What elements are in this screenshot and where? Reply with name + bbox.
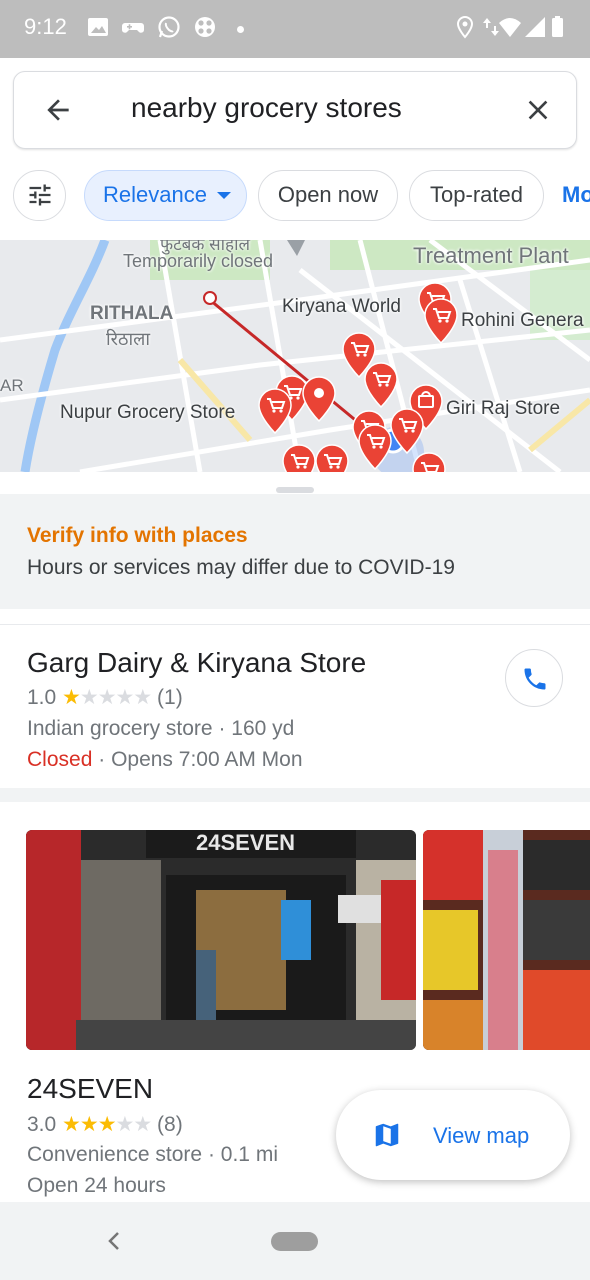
place-name[interactable]: 24SEVEN [27, 1073, 153, 1105]
map-view[interactable]: फुटबैक सोहाल Temporarily closed Treatmen… [0, 240, 590, 472]
settings-shortcut-icon [195, 17, 215, 37]
phone-icon [524, 668, 546, 690]
search-input[interactable]: nearby grocery stores [131, 92, 402, 124]
map-icon [375, 1123, 399, 1147]
snacks-shelf-image [423, 830, 590, 1050]
status-time: 9:12 [24, 14, 67, 39]
chevron-down-icon [217, 192, 231, 199]
notification-dot [237, 26, 244, 33]
storefront-image: 24SEVEN [26, 830, 416, 1050]
drag-handle[interactable] [276, 487, 314, 493]
game-controller-icon [122, 23, 144, 33]
storefront-sign: 24SEVEN [196, 830, 295, 855]
star-icon: ★ [62, 1113, 81, 1136]
map-pin-rohini-general[interactable] [424, 298, 458, 344]
map-label-temporarily-closed: Temporarily closed [123, 251, 274, 271]
map-label-kiryana-world[interactable]: Kiryana World [282, 296, 401, 318]
place-hours-row: Open 24 hours [27, 1174, 166, 1198]
place-rating-row: 1.0 ★★★★★ (1) [27, 685, 183, 710]
place-category: Indian grocery store [27, 717, 213, 740]
separator: · [218, 717, 226, 740]
whatsapp-icon [158, 16, 180, 38]
map-pin-store[interactable] [412, 452, 446, 472]
rating-stars: ★★★★★ [62, 1113, 157, 1136]
place-hours-row: Closed · Opens 7:00 AM Mon [27, 748, 303, 772]
battery-icon [552, 16, 563, 37]
chip-open-now[interactable]: Open now [258, 170, 398, 221]
star-icon: ★ [79, 1113, 99, 1136]
chip-more[interactable]: Mo [562, 182, 590, 208]
star-icon: ★ [133, 686, 152, 709]
nav-back-icon[interactable] [104, 1229, 124, 1253]
separator: · [98, 748, 106, 771]
view-map-button[interactable]: View map [336, 1090, 570, 1180]
filter-chips: Relevance Open now Top-rated Mo [0, 166, 590, 224]
separator: · [207, 1143, 215, 1166]
snacks-shelf-photo[interactable] [423, 830, 590, 1050]
covid-notice-title: Verify info with places [27, 524, 248, 547]
call-button[interactable] [505, 649, 563, 707]
chip-relevance[interactable]: Relevance [84, 170, 247, 221]
system-nav-bar [0, 1202, 590, 1280]
place-distance: 160 yd [231, 717, 295, 740]
rating-stars: ★★★★★ [62, 686, 157, 709]
star-icon: ★ [115, 686, 135, 709]
star-icon: ★ [62, 686, 81, 709]
storefront-photo[interactable]: 24SEVEN [26, 830, 416, 1050]
map-pin-nupur-grocery[interactable] [258, 388, 292, 434]
search-bar[interactable]: nearby grocery stores [13, 71, 577, 149]
map-label-ar: AR [0, 376, 24, 395]
map-canvas [0, 240, 590, 472]
map-label-rithala-hindi: रिठाला [106, 329, 151, 349]
place-category-row: Convenience store · 0.1 mi [27, 1143, 278, 1167]
place-distance: 0.1 mi [220, 1143, 278, 1166]
chip-top-rated-label: Top-rated [430, 182, 523, 207]
status-closed: Closed [27, 748, 93, 771]
image-icon [88, 18, 108, 36]
covid-notice: Verify info with places Hours or service… [0, 494, 590, 609]
arrow-back-icon[interactable] [42, 94, 74, 126]
nav-home-pill[interactable] [271, 1232, 318, 1251]
chip-open-now-label: Open now [277, 182, 379, 207]
wifi-icon [499, 18, 521, 37]
filter-options-button[interactable] [13, 170, 66, 221]
location-icon [456, 15, 474, 39]
chip-relevance-label: Relevance [103, 182, 207, 207]
review-count: (1) [157, 686, 183, 709]
map-label-rithala: RITHALA [90, 303, 174, 324]
star-icon: ★ [97, 686, 117, 709]
result-card-garg-dairy[interactable]: Garg Dairy & Kiryana Store 1.0 ★★★★★ (1)… [0, 624, 590, 802]
signal-icon [525, 17, 545, 37]
map-pin-store[interactable] [364, 362, 398, 408]
place-hours: Opens 7:00 AM Mon [111, 748, 303, 771]
rating-value: 1.0 [27, 686, 57, 709]
map-label-nupur-grocery[interactable]: Nupur Grocery Store [60, 402, 235, 424]
star-icon: ★ [115, 1113, 135, 1136]
map-label-giri-raj[interactable]: Giri Raj Store [446, 398, 560, 420]
map-label-rohini-general[interactable]: Rohini Genera [461, 310, 584, 332]
star-icon: ★ [79, 686, 99, 709]
review-count: (8) [157, 1113, 183, 1136]
star-icon: ★ [133, 1113, 152, 1136]
map-pin-store[interactable] [282, 444, 316, 472]
place-hours: Open 24 hours [27, 1174, 166, 1197]
place-name[interactable]: Garg Dairy & Kiryana Store [27, 647, 366, 679]
tune-icon [29, 184, 50, 206]
chip-top-rated[interactable]: Top-rated [409, 170, 544, 221]
covid-notice-text: Hours or services may differ due to COVI… [27, 556, 455, 579]
map-pin-store[interactable] [315, 444, 349, 472]
map-pin-store[interactable] [358, 424, 392, 470]
place-category-row: Indian grocery store · 160 yd [27, 717, 294, 741]
map-pin-generic[interactable] [302, 376, 336, 422]
place-category: Convenience store [27, 1143, 203, 1166]
view-map-label: View map [433, 1123, 530, 1148]
map-label-treatment-plant: Treatment Plant [413, 243, 569, 268]
status-bar: 9:12 [0, 0, 590, 58]
place-rating-row: 3.0 ★★★★★ (8) [27, 1112, 183, 1137]
rating-value: 3.0 [27, 1113, 57, 1136]
map-pin-store[interactable] [390, 408, 424, 454]
star-icon: ★ [97, 1113, 117, 1136]
close-icon[interactable] [522, 94, 554, 126]
